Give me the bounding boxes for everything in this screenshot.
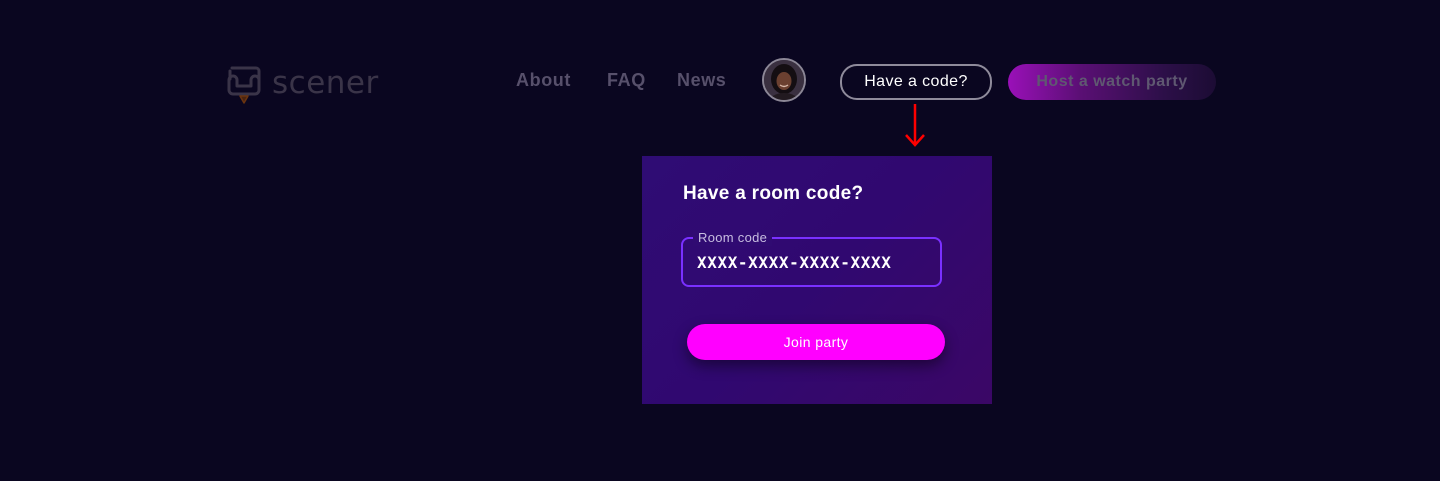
arrow-down-icon (905, 104, 925, 147)
nav-about[interactable]: About (516, 70, 571, 91)
popover-title: Have a room code? (683, 183, 864, 204)
nav-news[interactable]: News (677, 70, 726, 91)
room-code-label: Room code (693, 230, 773, 246)
user-avatar[interactable] (762, 58, 806, 102)
host-watch-party-button[interactable]: Host a watch party (1008, 64, 1216, 100)
room-code-field: Room code (681, 230, 942, 287)
nav-faq[interactable]: FAQ (607, 70, 646, 91)
join-party-button[interactable]: Join party (687, 324, 945, 360)
logo-wordmark: scener (272, 64, 379, 101)
room-code-popover: Have a room code? Room code Join party (642, 156, 992, 404)
page: scener About FAQ News Have a code? Host … (0, 0, 1440, 481)
sofa-icon (227, 66, 261, 104)
scener-logo[interactable]: scener (224, 62, 379, 106)
user-avatar-photo (764, 60, 804, 100)
have-a-code-button[interactable]: Have a code? (840, 64, 992, 100)
room-code-input[interactable] (697, 249, 927, 275)
